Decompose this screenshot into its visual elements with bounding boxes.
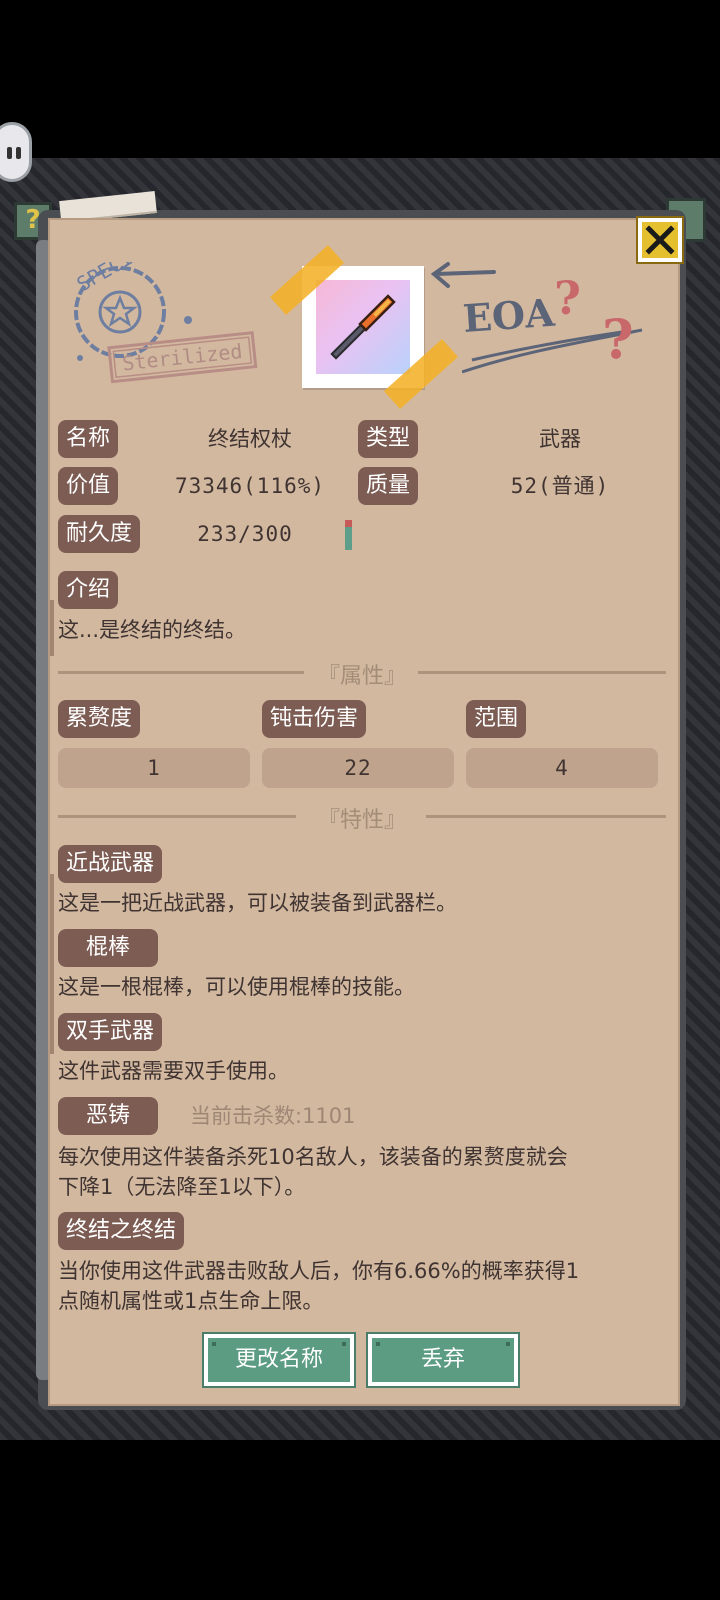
scepter-icon xyxy=(330,294,396,360)
quality-label: 质量 xyxy=(358,467,419,505)
eoa-doodle: EOA ? ? xyxy=(462,271,643,374)
divider xyxy=(58,671,304,674)
item-image-frame xyxy=(302,266,424,388)
trait-label-two-handed: 双手武器 xyxy=(58,1013,163,1051)
item-type: 武器 xyxy=(539,427,581,451)
item-value: 73346(116%) xyxy=(174,474,326,498)
divider xyxy=(426,815,666,818)
intro-label: 介绍 xyxy=(58,571,119,609)
trait-label-end-of-end: 终结之终结 xyxy=(58,1212,185,1250)
doodle-text: EOA xyxy=(462,290,556,341)
discard-button[interactable]: 丢弃 xyxy=(368,1334,518,1386)
durability-bar xyxy=(345,520,352,550)
attr-value-range: 4 xyxy=(466,748,658,788)
value-label: 价值 xyxy=(58,467,119,505)
close-button[interactable] xyxy=(638,218,682,262)
sterilized-stamp: SPECIAL Sterilized xyxy=(73,262,258,384)
trait-desc-melee: 这是一把近战武器，可以被装备到武器栏。 xyxy=(58,891,457,915)
kill-count-hint: 当前击杀数:1101 xyxy=(190,1104,356,1128)
durability-label: 耐久度 xyxy=(58,515,141,553)
close-x-icon xyxy=(645,225,675,255)
attributes-title: 『属性』 xyxy=(317,664,406,689)
intro-text: 这...是终结的终结。 xyxy=(58,618,247,642)
trait-desc-end-of-end-1: 当你使用这件武器击败敌人后，你有6.66%的概率获得1 xyxy=(58,1259,580,1283)
trait-desc-end-of-end-2: 点随机属性或1点生命上限。 xyxy=(58,1289,324,1313)
trait-label-club: 棍棒 xyxy=(58,929,158,967)
item-image-bg xyxy=(316,280,410,374)
trait-desc-club: 这是一根棍棒，可以使用棍棒的技能。 xyxy=(58,975,415,999)
trait-desc-cursed-forge-2: 下降1（无法降至1以下）。 xyxy=(58,1175,306,1199)
rename-button[interactable]: 更改名称 xyxy=(204,1334,354,1386)
type-label: 类型 xyxy=(358,420,419,458)
item-name: 终结权杖 xyxy=(208,427,292,451)
divider xyxy=(418,671,666,674)
item-quality: 52(普通) xyxy=(510,474,610,498)
attr-label-range: 范围 xyxy=(466,700,527,738)
trait-desc-cursed-forge-1: 每次使用这件装备杀死10名敌人，该装备的累赘度就会 xyxy=(58,1145,568,1169)
attr-value-blunt-damage: 22 xyxy=(262,748,454,788)
trait-desc-two-handed: 这件武器需要双手使用。 xyxy=(58,1059,289,1083)
intro-rule xyxy=(50,600,54,656)
name-label: 名称 xyxy=(58,420,119,458)
attr-label-encumbrance: 累赘度 xyxy=(58,700,141,738)
pause-icon[interactable] xyxy=(0,122,32,182)
durability-value: 233/300 xyxy=(197,522,293,546)
trait-label-cursed-forge: 恶铸 xyxy=(58,1097,158,1135)
question-doodle-2: ? xyxy=(602,307,634,371)
attr-value-encumbrance: 1 xyxy=(58,748,250,788)
divider xyxy=(58,815,296,818)
attr-label-blunt-damage: 钝击伤害 xyxy=(262,700,367,738)
traits-rule xyxy=(50,874,54,1054)
traits-title: 『特性』 xyxy=(317,808,406,833)
question-doodle-1: ? xyxy=(554,271,581,325)
trait-label-melee: 近战武器 xyxy=(58,845,163,883)
